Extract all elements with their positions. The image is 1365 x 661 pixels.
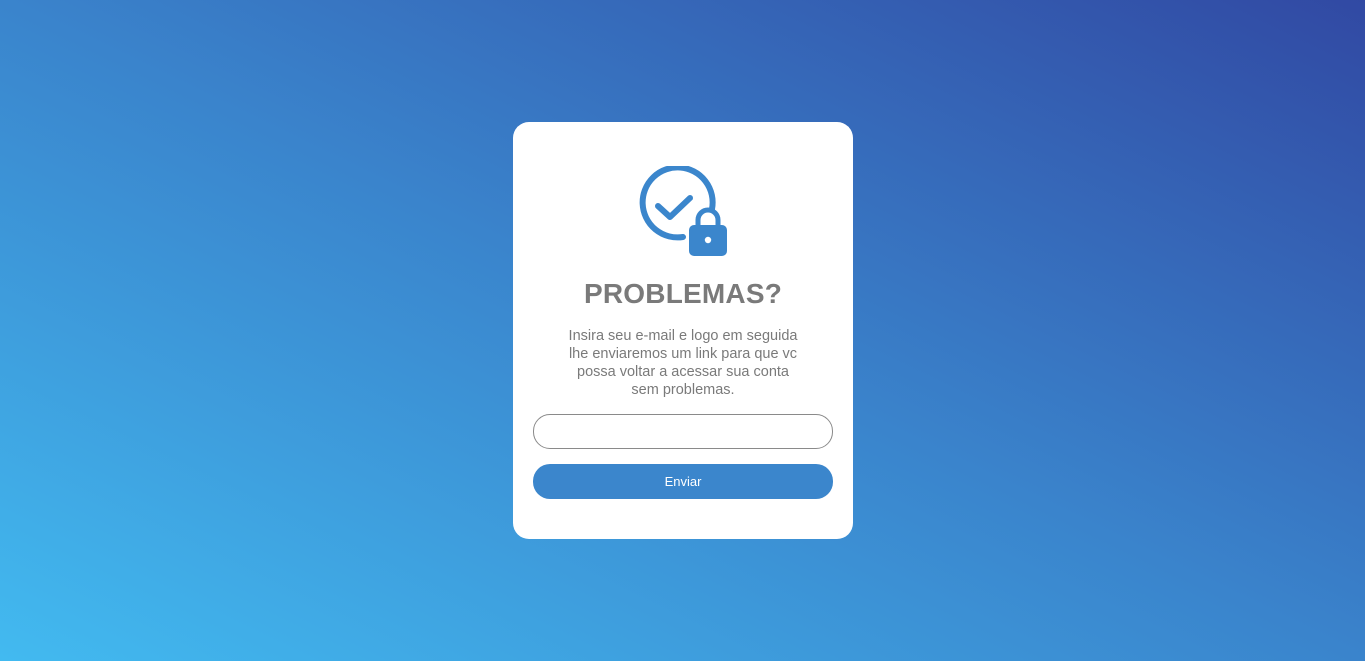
instructions-text: Insira seu e-mail e logo em seguida lhe … (568, 328, 798, 398)
page-title: PROBLEMAS? (584, 278, 782, 309)
email-field[interactable] (533, 414, 833, 449)
send-button[interactable]: Enviar (533, 464, 833, 499)
recovery-card: PROBLEMAS? Insira seu e-mail e logo em s… (513, 122, 853, 539)
check-circle-lock-icon (638, 166, 730, 258)
